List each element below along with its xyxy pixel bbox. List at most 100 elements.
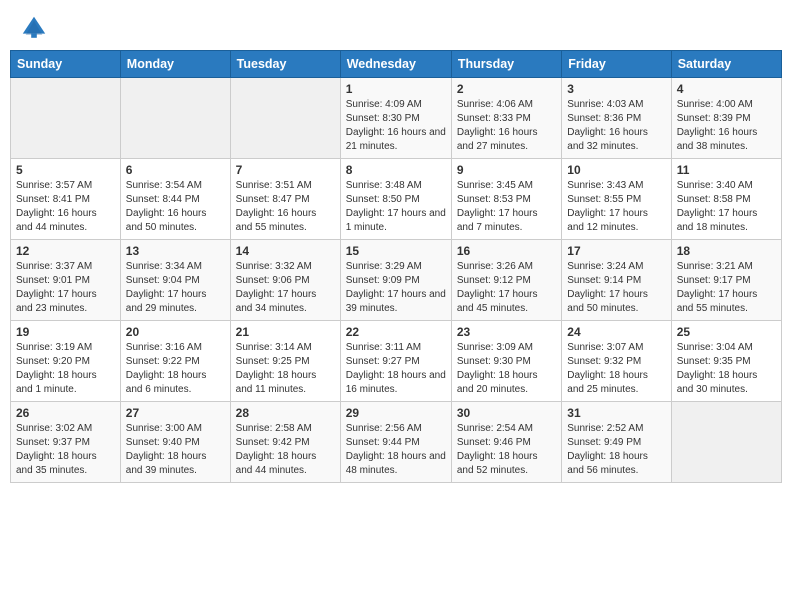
- calendar-week-row: 26 Sunrise: 3:02 AM Sunset: 9:37 PM Dayli…: [11, 402, 782, 483]
- day-info: Sunrise: 3:02 AM Sunset: 9:37 PM Dayligh…: [16, 422, 115, 478]
- weekday-header-monday: Monday: [120, 51, 230, 78]
- calendar-cell: 2 Sunrise: 4:06 AM Sunset: 8:33 PM Daylig…: [451, 78, 561, 159]
- day-info: Sunrise: 3:11 AM Sunset: 9:27 PM Dayligh…: [346, 341, 446, 397]
- day-number: 8: [346, 163, 446, 177]
- calendar-cell: [11, 78, 121, 159]
- day-info: Sunrise: 3:54 AM Sunset: 8:44 PM Dayligh…: [126, 179, 225, 235]
- calendar-cell: 16 Sunrise: 3:26 AM Sunset: 9:12 PM Dayli…: [451, 240, 561, 321]
- calendar-cell: 26 Sunrise: 3:02 AM Sunset: 9:37 PM Dayli…: [11, 402, 121, 483]
- calendar-cell: 12 Sunrise: 3:37 AM Sunset: 9:01 PM Dayli…: [11, 240, 121, 321]
- day-info: Sunrise: 3:37 AM Sunset: 9:01 PM Dayligh…: [16, 260, 115, 316]
- calendar-wrapper: SundayMondayTuesdayWednesdayThursdayFrid…: [0, 50, 792, 493]
- day-info: Sunrise: 3:04 AM Sunset: 9:35 PM Dayligh…: [677, 341, 776, 397]
- day-info: Sunrise: 3:34 AM Sunset: 9:04 PM Dayligh…: [126, 260, 225, 316]
- day-number: 28: [236, 406, 335, 420]
- day-number: 7: [236, 163, 335, 177]
- calendar-cell: [671, 402, 781, 483]
- day-info: Sunrise: 3:51 AM Sunset: 8:47 PM Dayligh…: [236, 179, 335, 235]
- day-info: Sunrise: 4:06 AM Sunset: 8:33 PM Dayligh…: [457, 98, 556, 154]
- calendar-cell: [230, 78, 340, 159]
- day-info: Sunrise: 3:26 AM Sunset: 9:12 PM Dayligh…: [457, 260, 556, 316]
- day-number: 5: [16, 163, 115, 177]
- calendar-cell: 1Sunrise: 4:09 AM Sunset: 8:30 PM Daylig…: [340, 78, 451, 159]
- page: SundayMondayTuesdayWednesdayThursdayFrid…: [0, 0, 792, 612]
- day-number: 22: [346, 325, 446, 339]
- day-number: 20: [126, 325, 225, 339]
- day-info: Sunrise: 3:32 AM Sunset: 9:06 PM Dayligh…: [236, 260, 335, 316]
- calendar-cell: 14 Sunrise: 3:32 AM Sunset: 9:06 PM Dayli…: [230, 240, 340, 321]
- day-number: 17: [567, 244, 665, 258]
- day-number: 15: [346, 244, 446, 258]
- day-info: Sunrise: 3:48 AM Sunset: 8:50 PM Dayligh…: [346, 179, 446, 235]
- calendar-cell: 9 Sunrise: 3:45 AM Sunset: 8:53 PM Daylig…: [451, 159, 561, 240]
- calendar-cell: 25 Sunrise: 3:04 AM Sunset: 9:35 PM Dayli…: [671, 321, 781, 402]
- day-number: 2: [457, 82, 556, 96]
- weekday-header-thursday: Thursday: [451, 51, 561, 78]
- day-number: 31: [567, 406, 665, 420]
- calendar-cell: 30 Sunrise: 2:54 AM Sunset: 9:46 PM Dayli…: [451, 402, 561, 483]
- day-number: 16: [457, 244, 556, 258]
- day-info: Sunrise: 2:56 AM Sunset: 9:44 PM Dayligh…: [346, 422, 446, 478]
- day-info: Sunrise: 2:54 AM Sunset: 9:46 PM Dayligh…: [457, 422, 556, 478]
- calendar-cell: 13 Sunrise: 3:34 AM Sunset: 9:04 PM Dayli…: [120, 240, 230, 321]
- calendar-cell: 19 Sunrise: 3:19 AM Sunset: 9:20 PM Dayli…: [11, 321, 121, 402]
- calendar-cell: 29Sunrise: 2:56 AM Sunset: 9:44 PM Dayli…: [340, 402, 451, 483]
- day-number: 1: [346, 82, 446, 96]
- day-info: Sunrise: 3:24 AM Sunset: 9:14 PM Dayligh…: [567, 260, 665, 316]
- day-number: 10: [567, 163, 665, 177]
- calendar-week-row: 5 Sunrise: 3:57 AM Sunset: 8:41 PM Daylig…: [11, 159, 782, 240]
- calendar-cell: 4 Sunrise: 4:00 AM Sunset: 8:39 PM Daylig…: [671, 78, 781, 159]
- day-info: Sunrise: 3:40 AM Sunset: 8:58 PM Dayligh…: [677, 179, 776, 235]
- calendar-cell: 22 Sunrise: 3:11 AM Sunset: 9:27 PM Dayli…: [340, 321, 451, 402]
- calendar-cell: 11Sunrise: 3:40 AM Sunset: 8:58 PM Dayli…: [671, 159, 781, 240]
- day-number: 19: [16, 325, 115, 339]
- day-number: 24: [567, 325, 665, 339]
- day-info: Sunrise: 3:45 AM Sunset: 8:53 PM Dayligh…: [457, 179, 556, 235]
- calendar-cell: 20 Sunrise: 3:16 AM Sunset: 9:22 PM Dayli…: [120, 321, 230, 402]
- day-info: Sunrise: 3:19 AM Sunset: 9:20 PM Dayligh…: [16, 341, 115, 397]
- day-number: 26: [16, 406, 115, 420]
- day-number: 9: [457, 163, 556, 177]
- day-number: 27: [126, 406, 225, 420]
- weekday-header-saturday: Saturday: [671, 51, 781, 78]
- day-number: 6: [126, 163, 225, 177]
- calendar-cell: 10Sunrise: 3:43 AM Sunset: 8:55 PM Dayli…: [562, 159, 671, 240]
- calendar-week-row: 1Sunrise: 4:09 AM Sunset: 8:30 PM Daylig…: [11, 78, 782, 159]
- day-number: 13: [126, 244, 225, 258]
- calendar-cell: 24 Sunrise: 3:07 AM Sunset: 9:32 PM Dayli…: [562, 321, 671, 402]
- weekday-header-row: SundayMondayTuesdayWednesdayThursdayFrid…: [11, 51, 782, 78]
- day-number: 25: [677, 325, 776, 339]
- day-info: Sunrise: 3:14 AM Sunset: 9:25 PM Dayligh…: [236, 341, 335, 397]
- calendar-cell: 31Sunrise: 2:52 AM Sunset: 9:49 PM Dayli…: [562, 402, 671, 483]
- day-number: 21: [236, 325, 335, 339]
- weekday-header-tuesday: Tuesday: [230, 51, 340, 78]
- calendar-cell: 8 Sunrise: 3:48 AM Sunset: 8:50 PM Daylig…: [340, 159, 451, 240]
- calendar-cell: [120, 78, 230, 159]
- logo-icon: [20, 14, 48, 42]
- day-info: Sunrise: 3:09 AM Sunset: 9:30 PM Dayligh…: [457, 341, 556, 397]
- day-number: 14: [236, 244, 335, 258]
- calendar-cell: 18Sunrise: 3:21 AM Sunset: 9:17 PM Dayli…: [671, 240, 781, 321]
- weekday-header-friday: Friday: [562, 51, 671, 78]
- calendar-table: SundayMondayTuesdayWednesdayThursdayFrid…: [10, 50, 782, 483]
- day-info: Sunrise: 4:00 AM Sunset: 8:39 PM Dayligh…: [677, 98, 776, 154]
- calendar-cell: 28 Sunrise: 2:58 AM Sunset: 9:42 PM Dayli…: [230, 402, 340, 483]
- calendar-week-row: 19 Sunrise: 3:19 AM Sunset: 9:20 PM Dayli…: [11, 321, 782, 402]
- calendar-cell: 7 Sunrise: 3:51 AM Sunset: 8:47 PM Daylig…: [230, 159, 340, 240]
- day-info: Sunrise: 3:16 AM Sunset: 9:22 PM Dayligh…: [126, 341, 225, 397]
- day-info: Sunrise: 3:07 AM Sunset: 9:32 PM Dayligh…: [567, 341, 665, 397]
- day-number: 30: [457, 406, 556, 420]
- calendar-week-row: 12 Sunrise: 3:37 AM Sunset: 9:01 PM Dayli…: [11, 240, 782, 321]
- day-number: 12: [16, 244, 115, 258]
- calendar-cell: 21 Sunrise: 3:14 AM Sunset: 9:25 PM Dayli…: [230, 321, 340, 402]
- day-info: Sunrise: 2:58 AM Sunset: 9:42 PM Dayligh…: [236, 422, 335, 478]
- day-info: Sunrise: 3:00 AM Sunset: 9:40 PM Dayligh…: [126, 422, 225, 478]
- day-info: Sunrise: 3:57 AM Sunset: 8:41 PM Dayligh…: [16, 179, 115, 235]
- calendar-cell: 3Sunrise: 4:03 AM Sunset: 8:36 PM Daylig…: [562, 78, 671, 159]
- calendar-cell: 17 Sunrise: 3:24 AM Sunset: 9:14 PM Dayli…: [562, 240, 671, 321]
- calendar-cell: 23Sunrise: 3:09 AM Sunset: 9:30 PM Dayli…: [451, 321, 561, 402]
- day-number: 4: [677, 82, 776, 96]
- day-info: Sunrise: 3:21 AM Sunset: 9:17 PM Dayligh…: [677, 260, 776, 316]
- day-number: 3: [567, 82, 665, 96]
- header: [0, 0, 792, 50]
